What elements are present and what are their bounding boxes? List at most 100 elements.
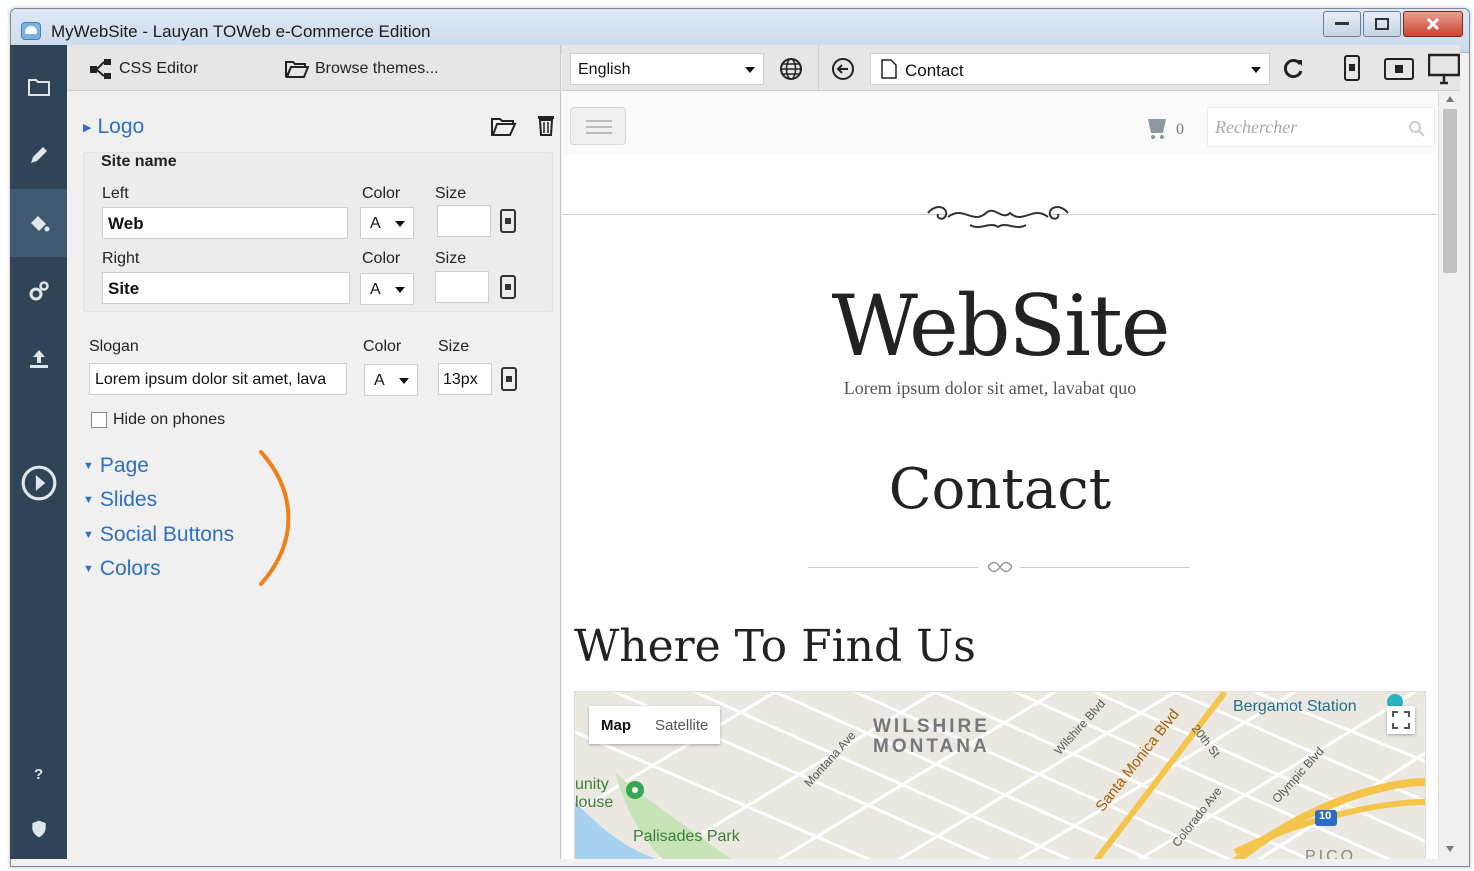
right-size-label: Size	[435, 250, 467, 267]
map-fullscreen-button[interactable]	[1387, 706, 1415, 734]
hide-on-phones-checkbox[interactable]	[91, 412, 107, 428]
pencil-icon	[30, 147, 47, 163]
section-social-buttons-label: Social Buttons	[99, 523, 235, 546]
menu-bar	[586, 120, 612, 122]
rail-item-publish[interactable]	[10, 325, 67, 393]
shield-icon	[31, 820, 46, 838]
collapse-triangle-icon: ▼	[83, 494, 94, 506]
section-colors[interactable]: ▼ Colors	[83, 557, 161, 581]
menu-bar	[586, 126, 612, 128]
slogan-color-select[interactable]: A	[364, 364, 418, 396]
map-label: Palisades Park	[633, 828, 740, 845]
left-text-input[interactable]: Web	[102, 207, 348, 239]
map-tab-map[interactable]: Map	[589, 706, 643, 744]
rail-item-security[interactable]	[10, 795, 67, 863]
flourish-ornament-icon	[927, 203, 1069, 229]
map-label: MONTANA	[873, 736, 990, 757]
divider-line	[1020, 567, 1190, 568]
right-color-select[interactable]: A	[360, 273, 414, 305]
collapse-triangle-icon: ▼	[83, 529, 94, 541]
rail-item-files[interactable]	[10, 53, 67, 121]
panel-toolbar: CSS Editor Browse themes...	[67, 45, 560, 91]
map-label: PICO	[1305, 848, 1357, 859]
left-size-input[interactable]	[437, 205, 491, 237]
window-title: MyWebSite - Lauyan TOWeb e-Commerce Edit…	[51, 22, 431, 41]
left-color-select[interactable]: A	[360, 207, 414, 239]
section-page[interactable]: ▼ Page	[83, 454, 149, 478]
scroll-down-icon[interactable]	[1445, 845, 1455, 853]
share-nodes-icon	[90, 59, 111, 79]
slogan-size-label: Size	[438, 338, 470, 355]
menu-bar	[586, 132, 612, 134]
left-size-label: Size	[435, 185, 467, 202]
back-arrow-icon[interactable]	[831, 57, 855, 81]
nav-rail: ?	[10, 45, 67, 859]
page-select[interactable]: Contact	[870, 53, 1270, 85]
paint-bucket-icon	[30, 216, 49, 232]
search-placeholder: Rechercher	[1215, 117, 1298, 137]
expand-triangle-icon: ▶	[83, 121, 92, 134]
slogan-text-input[interactable]: Lorem ipsum dolor sit amet, lava	[89, 363, 347, 395]
play-icon	[21, 465, 56, 501]
scroll-up-icon[interactable]	[1445, 95, 1455, 103]
rail-item-settings[interactable]	[10, 257, 67, 325]
app-icon	[21, 22, 41, 40]
map-tab-satellite[interactable]: Satellite	[643, 706, 720, 744]
right-text-input[interactable]: Site	[102, 272, 350, 304]
slogan-size-input[interactable]: 13px	[438, 363, 492, 395]
css-editor-button[interactable]: CSS Editor	[89, 58, 198, 80]
svg-text:?: ?	[34, 766, 43, 783]
gears-icon	[29, 281, 49, 301]
language-select[interactable]: English	[570, 53, 764, 85]
map-label: Bergamot Station	[1233, 698, 1357, 715]
section-social-buttons[interactable]: ▼ Social Buttons	[83, 523, 234, 547]
left-label: Left	[102, 185, 129, 202]
fullscreen-icon	[1392, 711, 1410, 729]
section-heading: Where To Find Us	[574, 621, 976, 672]
close-button[interactable]	[1403, 11, 1463, 37]
preview-scrollbar[interactable]	[1438, 91, 1460, 859]
section-slides-label: Slides	[99, 488, 158, 511]
refresh-icon[interactable]	[1280, 56, 1306, 82]
tablet-view-icon[interactable]	[1384, 58, 1414, 80]
site-title: WebSite	[831, 277, 1171, 375]
scroll-thumb[interactable]	[1443, 109, 1457, 273]
divider-ornament-icon	[987, 561, 1013, 573]
phone-icon[interactable]	[501, 367, 517, 391]
rail-item-preview[interactable]	[10, 449, 67, 517]
globe-icon[interactable]	[778, 56, 804, 82]
section-logo[interactable]: ▶ Logo	[83, 115, 144, 139]
phone-icon[interactable]	[500, 209, 516, 233]
browse-themes-label: Browse themes...	[315, 60, 439, 77]
trash-icon[interactable]	[536, 113, 556, 137]
search-icon	[1409, 121, 1425, 137]
browse-themes-button[interactable]: Browse themes...	[285, 58, 439, 80]
open-folder-button[interactable]	[491, 116, 517, 138]
site-search-input[interactable]: Rechercher	[1207, 107, 1435, 147]
rail-item-design[interactable]	[10, 189, 67, 257]
phone-view-icon[interactable]	[1344, 55, 1360, 81]
folder-icon	[27, 79, 50, 96]
folder-open-icon	[285, 61, 309, 78]
phone-icon[interactable]	[500, 275, 516, 299]
toolbar-separator	[818, 45, 819, 91]
right-size-input[interactable]	[435, 271, 489, 303]
help-icon: ?	[34, 766, 43, 783]
map-label: unity	[575, 776, 609, 793]
page-icon	[881, 59, 897, 79]
minimize-button[interactable]	[1323, 11, 1361, 37]
collapse-triangle-icon: ▼	[83, 460, 94, 472]
google-map[interactable]: Map Satellite WILSHIRE MONTANA Montana A…	[574, 691, 1426, 859]
rail-item-edit[interactable]	[10, 121, 67, 189]
map-label: 10	[1319, 810, 1332, 822]
upload-icon	[29, 350, 48, 368]
desktop-view-icon[interactable]	[1428, 53, 1460, 85]
menu-button[interactable]	[570, 107, 626, 145]
site-slogan: Lorem ipsum dolor sit amet, lavabat quo	[843, 378, 1137, 398]
section-slides[interactable]: ▼ Slides	[83, 488, 157, 512]
section-page-label: Page	[99, 454, 149, 477]
collapse-triangle-icon: ▼	[83, 563, 94, 575]
cart-icon[interactable]	[1144, 113, 1172, 141]
right-color-label: Color	[362, 250, 401, 267]
maximize-button[interactable]	[1363, 11, 1401, 37]
